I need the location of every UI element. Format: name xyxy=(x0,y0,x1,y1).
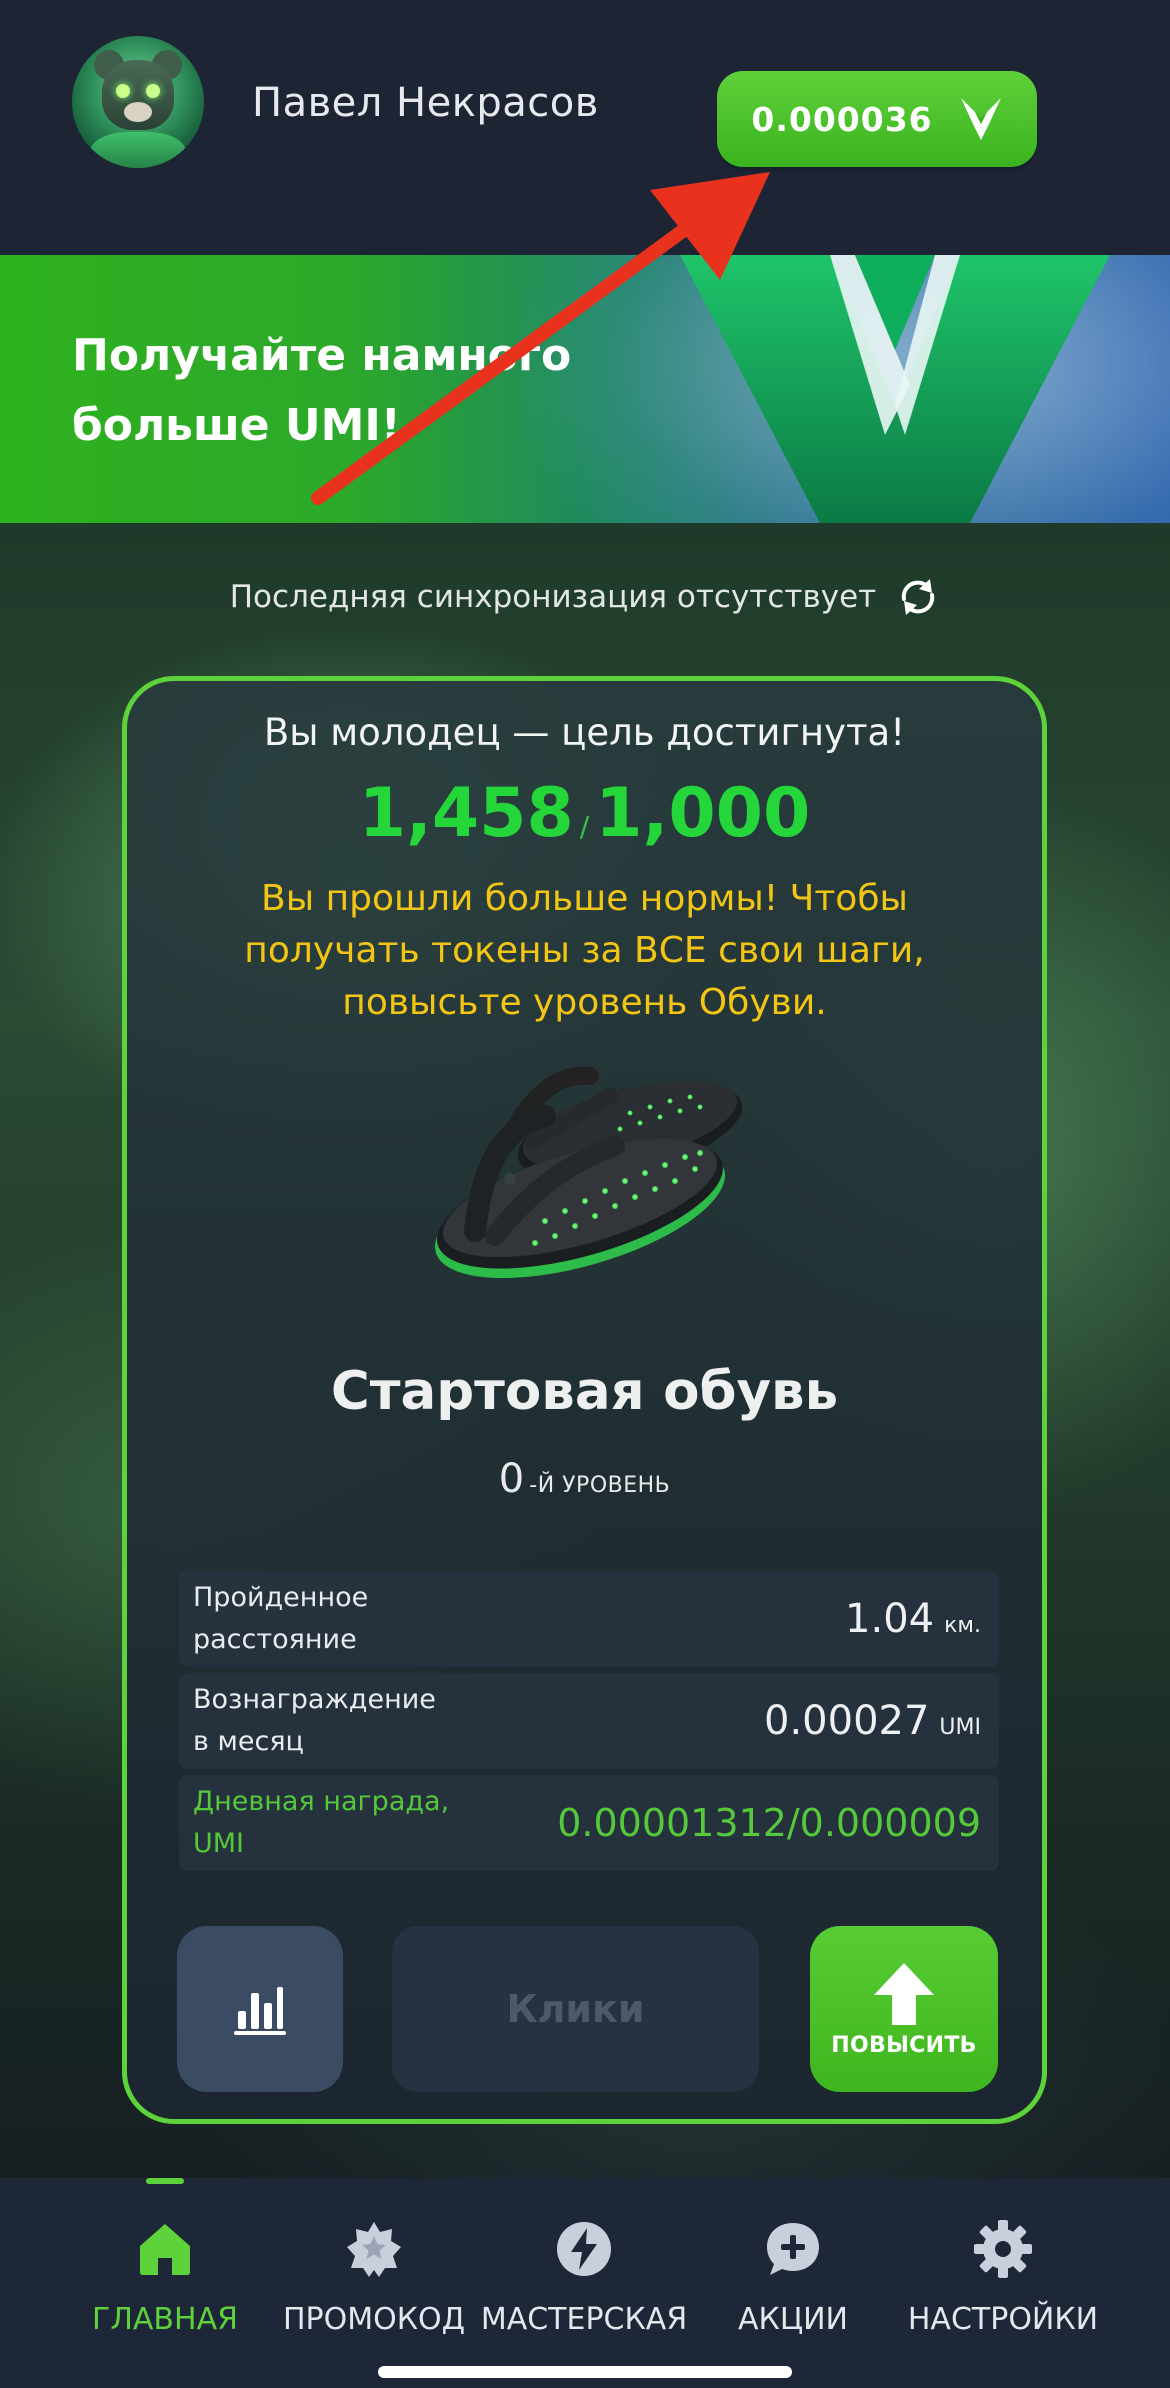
lightning-icon xyxy=(557,2222,611,2276)
level-number: 0 xyxy=(498,1456,525,1502)
nav-label: НАСТРОЙКИ xyxy=(907,2302,1099,2337)
nav-label: ПРОМОКОД xyxy=(282,2302,466,2337)
user-name: Павел Некрасов xyxy=(252,80,599,126)
flip-flops-image xyxy=(435,1066,743,1279)
avatar-eye xyxy=(146,84,160,98)
steps-card: Вы молодец — цель достигнута! 1,458/1,00… xyxy=(122,676,1047,2124)
stat-unit: UMI xyxy=(939,1715,981,1740)
home-icon xyxy=(140,2224,190,2275)
upgrade-button[interactable]: ПОВЫСИТЬ xyxy=(810,1926,998,2092)
star-badge-icon xyxy=(347,2222,401,2277)
nav-item-promocode[interactable]: ПРОМОКОД xyxy=(264,2218,484,2348)
arrow-up-icon xyxy=(874,1962,934,2025)
gear-icon xyxy=(974,2220,1032,2278)
nav-item-workshop[interactable]: МАСТЕРСКАЯ xyxy=(474,2218,694,2348)
stat-value: 0.00001312/0.000009 xyxy=(557,1801,981,1845)
upgrade-warning: Вы прошли больше нормы! Чтобы получать т… xyxy=(244,878,925,1023)
stat-unit: км. xyxy=(944,1613,981,1638)
nav-label: ГЛАВНАЯ xyxy=(92,2302,238,2337)
stat-distance: Пройденное расстояние 1.04 км. xyxy=(179,1571,999,1667)
stat-daily-reward: Дневная награда, UMI 0.00001312/0.000009 xyxy=(179,1775,999,1871)
annotation-arrow-icon xyxy=(311,172,770,505)
stat-label: Вознаграждение в месяц xyxy=(193,1684,436,1757)
steps-counter: 1,458/1,000 xyxy=(127,773,1042,868)
stat-number: 0.00027 xyxy=(764,1698,930,1744)
umi-logo-icon xyxy=(960,98,1001,140)
refresh-icon[interactable] xyxy=(896,575,940,619)
stat-number: 1.04 xyxy=(845,1596,935,1642)
steps-goal: 1,000 xyxy=(595,774,811,853)
bar-chart-icon xyxy=(234,1987,286,2035)
avatar-suit xyxy=(90,132,186,168)
nav-item-home[interactable]: ГЛАВНАЯ xyxy=(55,2218,275,2348)
stats-table: Пройденное расстояние 1.04 км. Вознагражд… xyxy=(179,1571,999,1877)
nav-item-promotions[interactable]: АКЦИИ xyxy=(683,2218,903,2348)
shoe-name: Стартовая обувь xyxy=(330,1361,839,1422)
stats-button[interactable] xyxy=(177,1926,343,2092)
sync-text: Последняя синхронизация отсутствует xyxy=(229,579,877,615)
nav-label: МАСТЕРСКАЯ xyxy=(480,2302,688,2337)
shoe-level: 0 -Й УРОВЕНЬ xyxy=(127,1456,1042,1502)
bottom-nav: ГЛАВНАЯ ПРОМОКОД МАСТЕРСКАЯ АКЦИИ НАСТРО… xyxy=(0,2178,1170,2388)
goal-heading: Вы молодец — цель достигнута! xyxy=(263,711,906,754)
steps-separator: / xyxy=(579,810,590,843)
active-indicator xyxy=(146,2178,184,2184)
nav-item-settings[interactable]: НАСТРОЙКИ xyxy=(893,2218,1113,2348)
avatar[interactable] xyxy=(72,36,204,168)
balance-value: 0.000036 xyxy=(751,99,933,139)
sync-status: Последняя синхронизация отсутствует xyxy=(0,572,1170,622)
stat-label: Дневная награда, UMI xyxy=(193,1786,450,1859)
steps-done: 1,458 xyxy=(358,774,574,853)
stat-label: Пройденное расстояние xyxy=(193,1582,369,1655)
card-actions: Клики ПОВЫСИТЬ xyxy=(177,1926,1002,2094)
stat-value: 1.04 км. xyxy=(845,1596,981,1642)
chat-plus-icon xyxy=(767,2223,819,2275)
clicks-button[interactable]: Клики xyxy=(392,1926,759,2092)
avatar-eye xyxy=(116,84,130,98)
upgrade-label: ПОВЫСИТЬ xyxy=(831,2032,977,2058)
stat-value: 0.00027 UMI xyxy=(764,1698,981,1744)
avatar-snout xyxy=(124,102,152,122)
level-label: -Й УРОВЕНЬ xyxy=(529,1473,671,1498)
home-indicator xyxy=(378,2366,792,2378)
stat-monthly-reward: Вознаграждение в месяц 0.00027 UMI xyxy=(179,1673,999,1769)
balance-button[interactable]: 0.000036 xyxy=(717,71,1037,167)
nav-label: АКЦИИ xyxy=(738,2302,848,2337)
